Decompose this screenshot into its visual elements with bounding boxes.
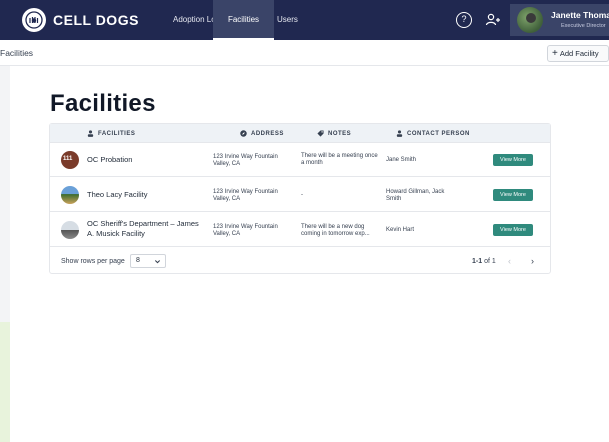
nav-facilities[interactable]: Facilities: [213, 0, 274, 40]
facility-notes: -: [301, 192, 303, 198]
user-menu[interactable]: Janette Thomas Executive Director: [510, 4, 609, 36]
column-header-address-label: ADDRESS: [251, 130, 284, 137]
view-more-button[interactable]: View More: [493, 224, 533, 236]
pagination-range: 1-1 of 1: [472, 258, 496, 265]
add-facility-button[interactable]: + Add Facility: [547, 45, 609, 62]
column-header-address: ADDRESS: [240, 130, 284, 137]
facility-thumbnail: [61, 151, 79, 169]
user-role: Executive Director: [561, 23, 606, 29]
avatar[interactable]: [517, 7, 543, 33]
compass-icon: [240, 130, 247, 137]
facility-contact: Jane Smith: [386, 157, 417, 163]
facility-address: 123 Irvine Way Fountain Valley, CA: [213, 189, 278, 202]
rows-per-page-value: 8: [136, 257, 140, 264]
chevron-down-icon: [154, 260, 161, 264]
view-more-button[interactable]: View More: [493, 189, 533, 201]
view-more-button[interactable]: View More: [493, 154, 533, 166]
column-header-contact: CONTACT PERSON: [396, 130, 470, 137]
pagination-range-total: of 1: [484, 258, 496, 265]
add-user-icon[interactable]: [484, 11, 502, 29]
table-row: Theo Lacy Facility 123 Irvine Way Founta…: [50, 178, 550, 212]
facility-address: 123 Irvine Way Fountain Valley, CA: [213, 224, 278, 237]
help-icon[interactable]: ?: [456, 12, 472, 28]
page-title: Facilities: [50, 90, 156, 117]
facility-thumbnail: [61, 186, 79, 204]
column-header-contact-label: CONTACT PERSON: [407, 130, 470, 137]
facility-name: OC Sheriff's Department – James A. Music…: [87, 219, 199, 238]
column-header-facilities: FACILITIES: [87, 130, 135, 137]
user-name: Janette Thomas: [551, 10, 609, 20]
table-row: OC Probation 123 Irvine Way Fountain Val…: [50, 143, 550, 177]
next-page-icon[interactable]: ›: [531, 256, 534, 266]
breadcrumb-bar: Facilities + Add Facility: [0, 40, 609, 66]
plus-icon: +: [552, 48, 558, 59]
column-header-notes: NOTES: [317, 130, 351, 137]
facilities-table: FACILITIES ADDRESS NOTES CONTACT PERSON …: [49, 123, 551, 274]
facility-thumbnail: [61, 221, 79, 239]
tag-icon: [317, 130, 324, 137]
rows-per-page-select[interactable]: 8: [130, 254, 166, 268]
top-nav-bar: CELL DOGS Adoption Log Facilities Users …: [0, 0, 609, 40]
table-header: FACILITIES ADDRESS NOTES CONTACT PERSON: [50, 124, 550, 143]
facility-contact: Kevin Hart: [386, 227, 415, 233]
facility-name: OC Probation: [87, 155, 133, 164]
previous-page-icon[interactable]: ‹: [508, 256, 511, 266]
cell-dogs-logo-icon[interactable]: [22, 8, 46, 32]
add-facility-label: Add Facility: [559, 49, 599, 58]
person-icon: [87, 130, 94, 137]
person-icon: [396, 130, 403, 137]
table-footer: Show rows per page 8 1-1 of 1 ‹ ›: [50, 248, 550, 274]
column-header-facilities-label: FACILITIES: [98, 130, 136, 137]
nav-users[interactable]: Users: [277, 0, 307, 40]
facility-notes: There will be a meeting once a month: [301, 153, 378, 166]
brand-name[interactable]: CELL DOGS: [53, 12, 139, 28]
rows-per-page-label: Show rows per page: [61, 258, 125, 265]
table-row: OC Sheriff's Department – James A. Music…: [50, 213, 550, 247]
facility-name: Theo Lacy Facility: [87, 190, 148, 199]
left-edge-accent: [0, 322, 10, 442]
breadcrumb[interactable]: Facilities: [0, 48, 33, 58]
pagination-range-current: 1-1: [472, 258, 483, 265]
facility-contact: Howard Gillman, Jack Smith: [386, 189, 445, 202]
facility-address: 123 Irvine Way Fountain Valley, CA: [213, 154, 278, 167]
facility-notes: There will be a new dog coming in tomorr…: [301, 224, 370, 237]
column-header-notes-label: NOTES: [328, 130, 352, 137]
